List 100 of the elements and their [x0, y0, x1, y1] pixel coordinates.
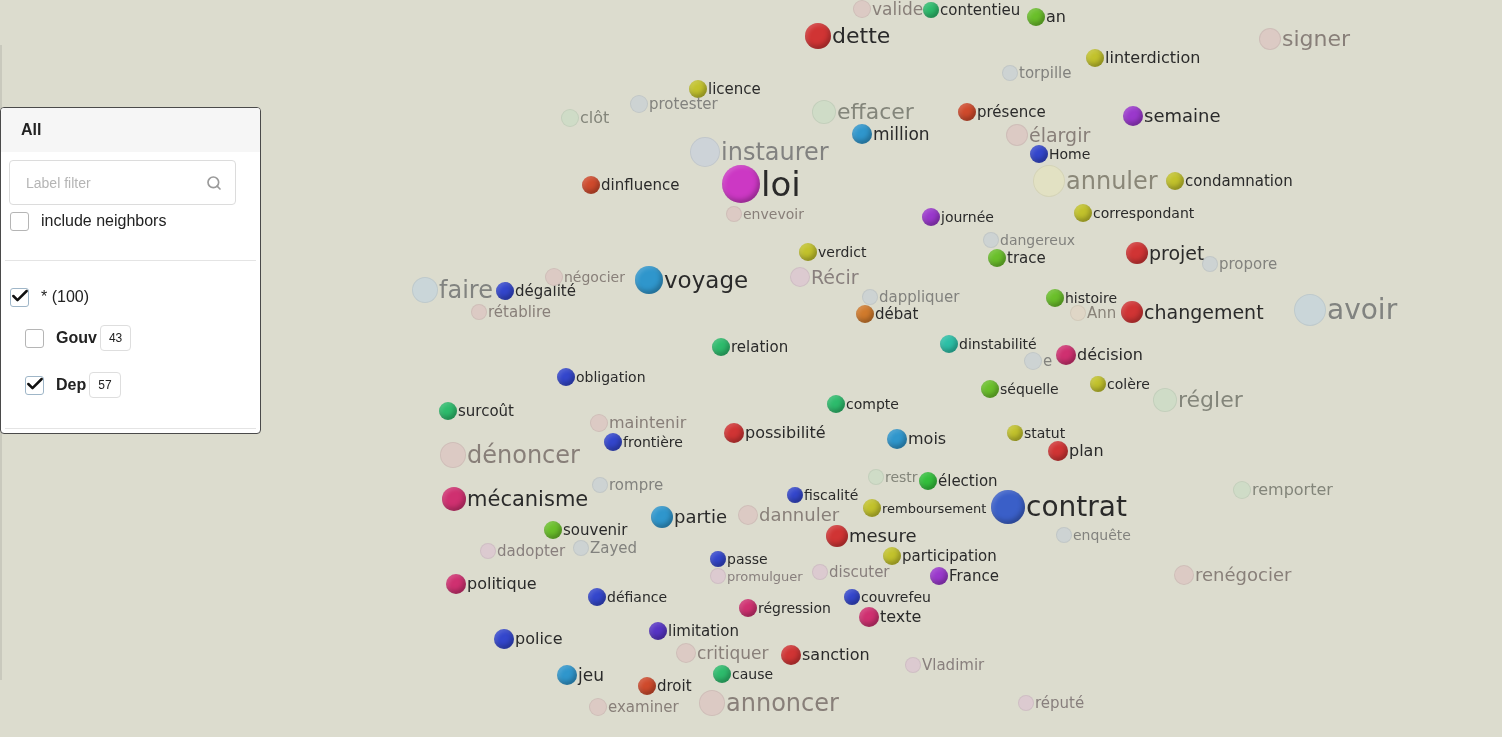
- node-label: protester: [649, 96, 718, 112]
- node-label: critiquer: [697, 644, 769, 662]
- node-label: dinfluence: [601, 177, 680, 193]
- node-label: valide: [872, 0, 924, 18]
- node-label: Ann: [1087, 305, 1117, 321]
- node-label: colère: [1107, 377, 1150, 391]
- node-label: million: [873, 125, 930, 143]
- node-label: maintenir: [609, 415, 687, 431]
- node-label: dangereux: [1000, 233, 1076, 247]
- node-label: élargir: [1029, 125, 1091, 145]
- node-label: voyage: [664, 268, 749, 292]
- node-label: remporter: [1252, 482, 1333, 498]
- node-label: plan: [1069, 443, 1104, 459]
- node-label: an: [1046, 9, 1066, 25]
- node-label: e: [1043, 353, 1053, 369]
- checkbox[interactable]: [10, 287, 29, 307]
- node-label: propore: [1219, 256, 1278, 272]
- node-label: correspondant: [1093, 206, 1195, 220]
- node-label: négocier: [564, 270, 625, 284]
- search-field[interactable]: Label filter: [9, 160, 236, 205]
- node-label: avoir: [1327, 296, 1398, 324]
- node-label: politique: [467, 576, 537, 592]
- node-label: surcoût: [458, 403, 514, 419]
- node-label: texte: [880, 609, 922, 625]
- node-label: promulguer: [727, 569, 803, 583]
- node-label: envevoir: [743, 207, 804, 221]
- node-label: séquelle: [1000, 382, 1059, 396]
- node-label: rétablire: [488, 304, 552, 320]
- node-label: sanction: [802, 647, 870, 663]
- node-label: participation: [902, 548, 997, 564]
- node-label: contrat: [1026, 493, 1127, 521]
- node-label: mécanisme: [467, 488, 589, 510]
- node-label: annoncer: [726, 691, 839, 715]
- group-label: * (100): [41, 288, 90, 306]
- node-label: remboursement: [882, 501, 987, 515]
- node-label: faire: [439, 278, 493, 302]
- node-label: décision: [1077, 347, 1143, 363]
- node-label: présence: [977, 104, 1046, 120]
- node-label: semaine: [1144, 107, 1221, 125]
- node-label: loi: [761, 167, 801, 201]
- node-label: réputé: [1035, 695, 1085, 711]
- search-icon: [206, 174, 222, 191]
- node-label: débat: [875, 306, 919, 322]
- node-label: signer: [1282, 28, 1351, 50]
- node-label: examiner: [608, 699, 679, 715]
- node-label: contentieu: [940, 2, 1021, 18]
- node-label: police: [515, 631, 563, 647]
- node-label: France: [949, 568, 999, 584]
- node-label: licence: [708, 81, 761, 97]
- node-label: verdict: [818, 245, 867, 259]
- node-label: possibilité: [745, 425, 826, 441]
- node-label: dadopter: [497, 543, 566, 559]
- category-label: Gouv: [56, 329, 97, 347]
- node-label: dannuler: [759, 506, 840, 524]
- node-label: dette: [832, 25, 891, 47]
- node-label: cause: [732, 667, 774, 681]
- node-label: couvrefeu: [861, 590, 931, 604]
- node-label: clôt: [580, 110, 610, 126]
- count-badge: 57: [89, 372, 121, 398]
- node-label: annuler: [1066, 169, 1158, 193]
- count-badge: 43: [99, 325, 132, 351]
- node-label: frontière: [623, 435, 683, 449]
- checkbox[interactable]: [10, 211, 29, 231]
- node-label: fiscalité: [804, 488, 859, 502]
- node-label: obligation: [576, 370, 646, 384]
- node-label: dénoncer: [467, 443, 580, 467]
- node-label: torpille: [1019, 65, 1072, 81]
- node-label: enquête: [1073, 528, 1131, 542]
- node-label: jeu: [578, 666, 604, 684]
- node-label: effacer: [837, 101, 914, 123]
- node-label: Zayed: [590, 540, 638, 556]
- node-label: défiance: [607, 590, 668, 604]
- node-label: linterdiction: [1105, 50, 1201, 66]
- node-label: droit: [657, 678, 692, 694]
- node-label: discuter: [829, 564, 890, 580]
- node-label: dappliquer: [879, 289, 960, 305]
- node-label: régression: [758, 601, 831, 615]
- node-label: condamnation: [1185, 173, 1293, 189]
- node-label: trace: [1007, 250, 1046, 266]
- node-label: projet: [1149, 243, 1205, 263]
- node-label: dinstabilité: [959, 337, 1037, 351]
- panel-title: All: [1, 108, 260, 152]
- node-label: histoire: [1065, 291, 1118, 305]
- node-label: limitation: [668, 623, 739, 639]
- node-label: régler: [1178, 389, 1243, 411]
- node-label: journée: [941, 210, 994, 224]
- node-label: souvenir: [563, 522, 628, 538]
- checkbox[interactable]: [25, 328, 44, 348]
- node-label: passe: [727, 552, 768, 566]
- node-label: restr: [885, 470, 918, 484]
- option-label: include neighbors: [41, 212, 167, 230]
- node-label: relation: [731, 339, 789, 355]
- node-label: mesure: [849, 527, 917, 545]
- node-label: Home: [1049, 147, 1091, 161]
- node-label: mois: [908, 431, 947, 447]
- checkbox[interactable]: [25, 375, 44, 395]
- node-label: renégocier: [1195, 566, 1292, 584]
- node-label: instaurer: [721, 140, 829, 164]
- node-label: partie: [674, 508, 727, 526]
- node-label: changement: [1144, 302, 1264, 322]
